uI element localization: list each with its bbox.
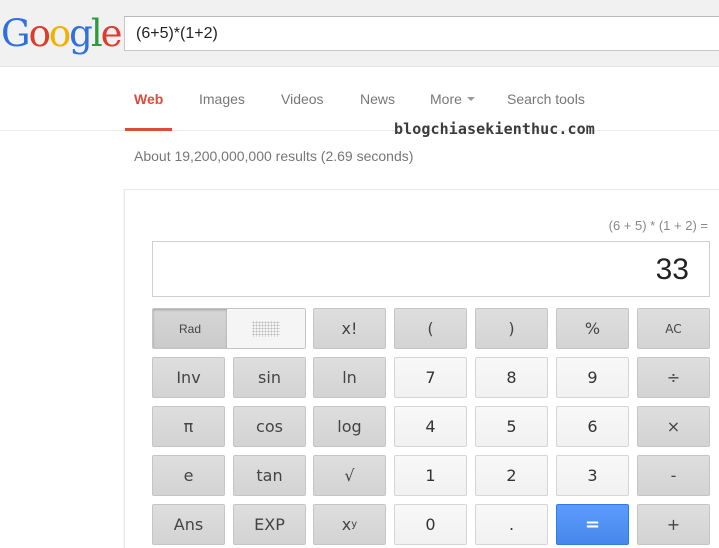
dotted-pattern-icon <box>252 320 280 337</box>
rad-button[interactable]: Rad <box>153 309 227 348</box>
digit-4-key[interactable]: 4 <box>394 406 467 447</box>
logo-letter: o <box>28 12 51 55</box>
digit-7-key[interactable]: 7 <box>394 357 467 398</box>
cos-key[interactable]: cos <box>233 406 306 447</box>
digit-6-key[interactable]: 6 <box>556 406 629 447</box>
digit-8-key[interactable]: 8 <box>475 357 548 398</box>
digit-5-key[interactable]: 5 <box>475 406 548 447</box>
subtract-key[interactable]: - <box>637 455 710 496</box>
tab-news[interactable]: News <box>360 90 395 108</box>
search-box <box>124 16 719 51</box>
watermark-text: blogchiasekienthuc.com <box>394 120 595 138</box>
digit-9-key[interactable]: 9 <box>556 357 629 398</box>
multiply-key[interactable]: × <box>637 406 710 447</box>
header-bar: Google <box>0 0 719 67</box>
percent-key[interactable]: % <box>556 308 629 349</box>
decimal-key[interactable]: . <box>475 504 548 545</box>
calculator-result: 33 <box>655 253 689 286</box>
logo-letter: g <box>69 12 93 55</box>
open-paren-key[interactable]: ( <box>394 308 467 349</box>
digit-0-key[interactable]: 0 <box>394 504 467 545</box>
euler-key[interactable]: e <box>152 455 225 496</box>
tan-key[interactable]: tan <box>233 455 306 496</box>
power-key-exponent: y <box>351 519 358 530</box>
tab-more-label: More <box>430 91 462 107</box>
inverse-key[interactable]: Inv <box>152 357 225 398</box>
tab-images[interactable]: Images <box>199 90 245 108</box>
pi-key[interactable]: π <box>152 406 225 447</box>
answer-key[interactable]: Ans <box>152 504 225 545</box>
digit-3-key[interactable]: 3 <box>556 455 629 496</box>
divide-key[interactable]: ÷ <box>637 357 710 398</box>
factorial-key[interactable]: x! <box>313 308 386 349</box>
tab-search-tools[interactable]: Search tools <box>507 90 585 108</box>
calculator-expression: (6 + 5) * (1 + 2) = <box>608 218 708 233</box>
result-stats: About 19,200,000,000 results (2.69 secon… <box>134 148 414 164</box>
close-paren-key[interactable]: ) <box>475 308 548 349</box>
power-key-base: x <box>341 515 352 534</box>
calculator-display: 33 <box>152 241 710 297</box>
logo-letter: e <box>100 12 123 55</box>
active-tab-indicator <box>125 128 172 131</box>
all-clear-key[interactable]: AC <box>637 308 710 349</box>
logo-letter: l <box>90 12 103 55</box>
search-tabs: Web Images Videos News More Search tools <box>0 67 719 131</box>
sin-key[interactable]: sin <box>233 357 306 398</box>
exp-key[interactable]: EXP <box>233 504 306 545</box>
google-logo[interactable]: Google <box>1 12 123 56</box>
deg-button[interactable] <box>227 309 305 348</box>
log-key[interactable]: log <box>313 406 386 447</box>
logo-letter: o <box>48 12 71 55</box>
equals-key[interactable]: = <box>556 504 629 545</box>
sqrt-key[interactable]: √ <box>313 455 386 496</box>
digit-1-key[interactable]: 1 <box>394 455 467 496</box>
search-input[interactable] <box>125 17 719 50</box>
tab-more[interactable]: More <box>430 90 475 108</box>
tab-videos[interactable]: Videos <box>281 90 324 108</box>
angle-mode-toggle: Rad <box>152 308 306 349</box>
tab-web[interactable]: Web <box>134 90 163 108</box>
caret-down-icon <box>466 97 475 101</box>
ln-key[interactable]: ln <box>313 357 386 398</box>
digit-2-key[interactable]: 2 <box>475 455 548 496</box>
power-key[interactable]: xy <box>313 504 386 545</box>
logo-letter: G <box>1 12 31 55</box>
add-key[interactable]: + <box>637 504 710 545</box>
